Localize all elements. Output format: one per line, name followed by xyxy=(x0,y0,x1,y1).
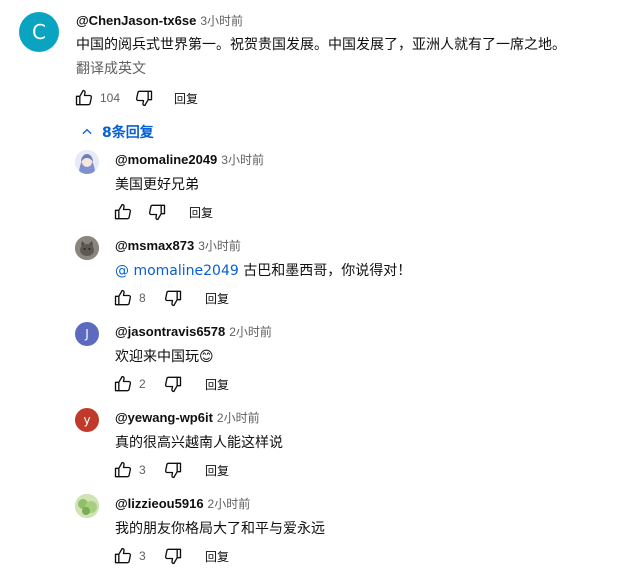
reply-text: 我的朋友你格局大了和平与爱永远 xyxy=(115,521,325,537)
avatar[interactable]: J xyxy=(75,322,99,346)
reply-button[interactable]: 回复 xyxy=(205,376,229,393)
reply-author[interactable]: @lizzieou5916 xyxy=(115,496,204,511)
like-button[interactable] xyxy=(111,372,135,396)
mention-link[interactable]: @ momaline2049 xyxy=(115,263,239,279)
comment-text: 中国的阅兵式世界第一。祝贺贵国发展。中国发展了，亚洲人就有了一席之地。 xyxy=(76,37,566,53)
thumbs-up-icon xyxy=(75,89,93,106)
like-count: 3 xyxy=(139,463,146,477)
thumbs-up-icon xyxy=(114,375,132,392)
like-count: 3 xyxy=(139,549,146,563)
avatar[interactable]: C xyxy=(19,12,59,52)
reply-author[interactable]: @momaline2049 xyxy=(115,152,217,167)
thumbs-down-icon xyxy=(148,204,166,221)
reply-text: 欢迎来中国玩😊 xyxy=(115,349,214,365)
thumbs-down-icon xyxy=(164,462,182,479)
thumbs-down-icon xyxy=(136,90,153,107)
reply-text-body: 古巴和墨西哥，你说得对！ xyxy=(238,263,412,279)
translate-link[interactable]: 翻译成英文 xyxy=(76,58,146,78)
like-count: 104 xyxy=(100,91,121,105)
reply-button[interactable]: 回复 xyxy=(205,290,229,307)
reply-text: 美国更好兄弟 xyxy=(115,177,199,193)
avatar[interactable] xyxy=(75,494,99,518)
avatar-letter: J xyxy=(85,327,89,341)
thumbs-down-icon xyxy=(164,290,182,307)
comment-author[interactable]: @ChenJason-tx6se xyxy=(76,13,196,28)
reply-button[interactable]: 回复 xyxy=(174,90,198,107)
like-button[interactable] xyxy=(111,200,135,224)
avatar[interactable]: y xyxy=(75,408,99,432)
avatar-letter: y xyxy=(83,413,91,427)
dislike-button[interactable] xyxy=(161,286,185,310)
reply-author[interactable]: @yewang-wp6it xyxy=(115,410,213,425)
thumbs-up-icon xyxy=(114,547,132,564)
reply-button[interactable]: 回复 xyxy=(205,548,229,565)
like-count: 2 xyxy=(139,377,146,391)
nature-photo-avatar-icon xyxy=(75,494,99,518)
reply-author[interactable]: @msmax873 xyxy=(115,238,194,253)
reply-timestamp[interactable]: 3小时前 xyxy=(221,151,264,168)
like-button[interactable] xyxy=(72,86,96,110)
like-button[interactable] xyxy=(111,286,135,310)
replies-count-label: 8条回复 xyxy=(102,125,154,141)
thumbs-up-icon xyxy=(114,461,132,478)
reply-timestamp[interactable]: 3小时前 xyxy=(198,237,241,254)
reply-button[interactable]: 回复 xyxy=(189,204,213,221)
reply-timestamp[interactable]: 2小时前 xyxy=(229,323,272,340)
reply-timestamp[interactable]: 2小时前 xyxy=(217,409,260,426)
avatar[interactable] xyxy=(75,150,99,174)
dislike-button[interactable] xyxy=(161,458,185,482)
reply-timestamp[interactable]: 2小时前 xyxy=(208,495,251,512)
avatar[interactable] xyxy=(75,236,99,260)
reply-author[interactable]: @jasontravis6578 xyxy=(115,324,225,339)
dislike-button[interactable] xyxy=(132,86,156,110)
replies-toggle-button[interactable]: 8条回复 xyxy=(80,122,154,142)
chevron-up-icon xyxy=(82,128,92,135)
reply-text: 真的很高兴越南人能这样说 xyxy=(115,435,283,451)
avatar-letter: C xyxy=(32,20,46,44)
dislike-button[interactable] xyxy=(145,200,169,224)
cat-photo-avatar-icon xyxy=(75,236,99,260)
reply-text: @ momaline2049 古巴和墨西哥，你说得对！ xyxy=(115,260,411,280)
like-button[interactable] xyxy=(111,544,135,568)
like-button[interactable] xyxy=(111,458,135,482)
thumbs-down-icon xyxy=(164,548,182,565)
reply-button[interactable]: 回复 xyxy=(205,462,229,479)
dislike-button[interactable] xyxy=(161,372,185,396)
comment-timestamp[interactable]: 3小时前 xyxy=(200,12,243,29)
thumbs-up-icon xyxy=(114,203,132,220)
thumbs-down-icon xyxy=(164,376,182,393)
dislike-button[interactable] xyxy=(161,544,185,568)
like-count: 8 xyxy=(139,291,146,305)
anime-avatar-icon xyxy=(75,150,99,174)
thumbs-up-icon xyxy=(114,289,132,306)
